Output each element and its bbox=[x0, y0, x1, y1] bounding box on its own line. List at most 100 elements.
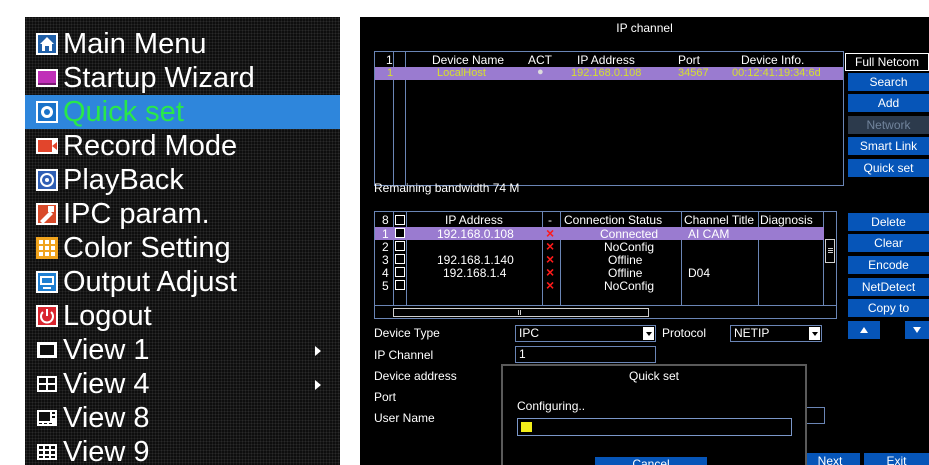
menu-item-label: View 9 bbox=[63, 435, 150, 465]
table-row[interactable]: 2 × NoConfig bbox=[375, 239, 824, 254]
horizontal-scrollbar[interactable] bbox=[375, 305, 836, 318]
table-row[interactable]: 4 192.168.1.4 × Offline D04 bbox=[375, 265, 824, 280]
row-index: 2 bbox=[382, 240, 389, 254]
menu-item-main-menu[interactable]: Main Menu bbox=[25, 27, 340, 61]
menu-item-color-setting[interactable]: Color Setting bbox=[25, 231, 340, 265]
protocol-label: Protocol bbox=[662, 326, 707, 340]
quick-set-button[interactable]: Quick set bbox=[848, 159, 929, 177]
progress-fill bbox=[521, 422, 532, 432]
act-indicator-icon: ● bbox=[537, 66, 544, 78]
next-button[interactable]: Next bbox=[800, 453, 860, 465]
menu-item-label: Quick set bbox=[63, 95, 184, 128]
menu-item-playback[interactable]: PlayBack bbox=[25, 163, 340, 197]
table-row[interactable]: 1 192.168.0.108 × Connected AI CAM bbox=[375, 226, 824, 241]
delete-button[interactable]: Delete bbox=[848, 213, 929, 231]
search-button[interactable]: Search bbox=[848, 73, 929, 91]
view-1-icon bbox=[35, 338, 59, 362]
col-header-channel-title: Channel Title bbox=[684, 213, 755, 227]
menu-item-startup-wizard[interactable]: Startup Wizard bbox=[25, 61, 340, 95]
row-checkbox[interactable] bbox=[395, 241, 405, 251]
menu-item-label: Logout bbox=[63, 299, 152, 332]
full-netcom-button[interactable]: Full Netcom bbox=[845, 53, 929, 71]
ip-channel-label: IP Channel bbox=[374, 348, 434, 362]
clear-button[interactable]: Clear bbox=[848, 234, 929, 252]
menu-item-view-8[interactable]: View 8 bbox=[25, 401, 340, 435]
add-button[interactable]: Add bbox=[848, 94, 929, 112]
menu-item-label: Color Setting bbox=[63, 231, 231, 264]
chevron-down-icon bbox=[643, 327, 654, 340]
menu-item-label: View 1 bbox=[63, 333, 150, 366]
col-header-ip-address: IP Address bbox=[445, 213, 503, 227]
ip-channel-value: 1 bbox=[519, 347, 526, 361]
menu-item-logout[interactable]: Logout bbox=[25, 299, 340, 333]
menu-item-output-adjust[interactable]: Output Adjust bbox=[25, 265, 340, 299]
col-header-index: 1 bbox=[386, 53, 393, 67]
row-ip-address: 192.168.0.108 bbox=[437, 227, 514, 241]
port-label: Port bbox=[374, 390, 397, 404]
encode-button[interactable]: Encode bbox=[848, 256, 929, 274]
cancel-button[interactable]: Cancel bbox=[595, 457, 707, 465]
scrollbar-thumb[interactable] bbox=[393, 308, 649, 317]
row-index: 4 bbox=[382, 266, 389, 280]
channel-table[interactable]: 8 IP Address - Connection Status Channel… bbox=[374, 211, 837, 319]
col-header-diagnosis: Diagnosis bbox=[760, 213, 813, 227]
quick-set-dialog: Quick set Configuring.. Cancel bbox=[501, 364, 807, 465]
dialog-title: Quick set bbox=[628, 369, 679, 383]
menu-item-label: Main Menu bbox=[63, 27, 207, 60]
vertical-scrollbar[interactable] bbox=[824, 227, 836, 305]
exit-button[interactable]: Exit bbox=[864, 453, 929, 465]
row-connection-status: Offline bbox=[608, 253, 643, 267]
remaining-bandwidth: Remaining bandwidth 74 M bbox=[374, 181, 520, 195]
menu-item-view-9[interactable]: View 9 bbox=[25, 435, 340, 465]
menu-item-label: Record Mode bbox=[63, 129, 238, 162]
row-port: 34567 bbox=[678, 67, 709, 79]
channel-table-header: 8 IP Address - Connection Status Channel… bbox=[375, 212, 836, 227]
menu-item-view-4[interactable]: View 4 bbox=[25, 367, 340, 401]
device-table[interactable]: 1 Device Name ACT IP Address Port Device… bbox=[374, 51, 844, 186]
row-checkbox[interactable] bbox=[395, 254, 405, 264]
table-row[interactable]: 3 192.168.1.140 × Offline bbox=[375, 252, 824, 267]
move-down-button[interactable] bbox=[905, 321, 929, 339]
status-error-icon: × bbox=[546, 277, 555, 293]
row-checkbox[interactable] bbox=[395, 267, 405, 277]
color-setting-icon bbox=[35, 236, 59, 260]
menu-item-record-mode[interactable]: Record Mode bbox=[25, 129, 340, 163]
progress-bar bbox=[517, 418, 792, 436]
table-row[interactable]: 5 × NoConfig bbox=[375, 277, 824, 293]
col-header-device-info: Device Info. bbox=[741, 53, 805, 67]
chevron-down-icon bbox=[809, 327, 820, 340]
row-connection-status: NoConfig bbox=[604, 240, 655, 254]
device-type-select[interactable]: IPC bbox=[515, 325, 656, 342]
menu-item-ipc-param[interactable]: IPC param. bbox=[25, 197, 340, 231]
window-title: IP channel bbox=[616, 21, 673, 35]
arrow-up-icon bbox=[860, 327, 868, 333]
menu-item-view-1[interactable]: View 1 bbox=[25, 333, 340, 367]
protocol-select[interactable]: NETIP bbox=[730, 325, 822, 342]
row-connection-status: Connected bbox=[600, 227, 659, 241]
ip-channel-field[interactable]: 1 bbox=[515, 346, 656, 363]
quick-set-icon bbox=[35, 100, 59, 124]
chevron-right-icon bbox=[315, 346, 321, 356]
move-up-button[interactable] bbox=[848, 321, 880, 339]
col-header-port: Port bbox=[678, 53, 701, 67]
row-connection-status: NoConfig bbox=[604, 279, 655, 293]
smart-link-button[interactable]: Smart Link bbox=[848, 137, 929, 155]
col-header-connection-status: Connection Status bbox=[564, 213, 663, 227]
col-header-channel-count: 8 bbox=[382, 213, 389, 227]
device-address-label: Device address bbox=[374, 369, 457, 383]
device-type-label: Device Type bbox=[374, 326, 440, 340]
table-row[interactable]: 1 LocalHost ● 192.168.0.108 34567 00:12:… bbox=[375, 66, 843, 80]
row-device-name: LocalHost bbox=[437, 67, 486, 79]
network-button[interactable]: Network bbox=[848, 116, 929, 134]
row-checkbox[interactable] bbox=[395, 228, 405, 238]
row-checkbox[interactable] bbox=[395, 280, 405, 290]
wizard-icon bbox=[35, 66, 59, 90]
copy-to-button[interactable]: Copy to bbox=[848, 299, 929, 317]
scrollbar-thumb[interactable] bbox=[825, 239, 835, 263]
menu-item-quick-set[interactable]: Quick set bbox=[25, 95, 340, 129]
main-menu-panel: Main Menu Startup Wizard Quick set Record M… bbox=[25, 17, 340, 465]
net-detect-button[interactable]: NetDetect bbox=[848, 278, 929, 296]
select-all-checkbox[interactable] bbox=[395, 215, 405, 225]
row-index: 5 bbox=[382, 279, 389, 293]
chevron-right-icon bbox=[315, 380, 321, 390]
